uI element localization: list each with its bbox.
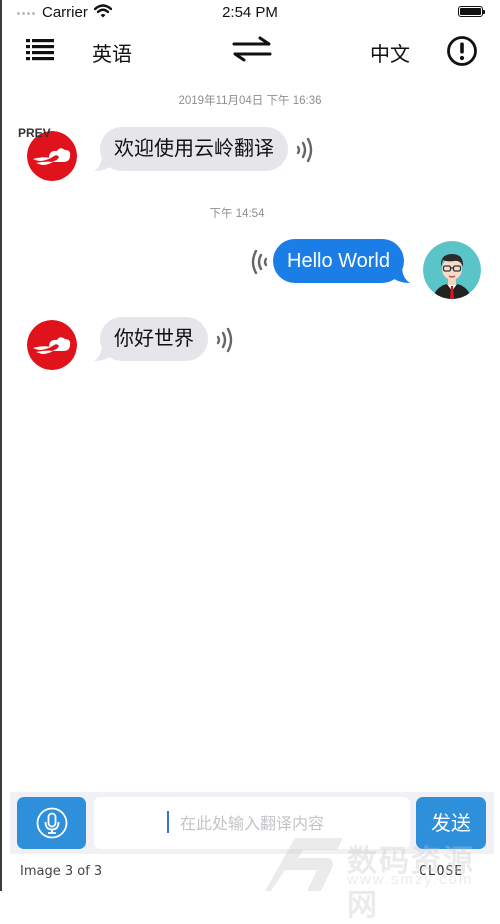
- translation-input[interactable]: [94, 797, 410, 849]
- battery-icon: [458, 6, 485, 17]
- status-time: 2:54 PM: [222, 4, 278, 21]
- status-bar: Carrier 2:54 PM: [0, 0, 500, 26]
- nav-bar: 英语 中文: [0, 26, 500, 74]
- speaker-wave-icon[interactable]: [247, 249, 269, 275]
- list-icon[interactable]: [26, 37, 54, 61]
- text-caret: [167, 811, 169, 833]
- cloud-logo-icon[interactable]: [27, 320, 77, 370]
- prev-image-button[interactable]: PREV: [18, 126, 51, 140]
- speaker-wave-icon[interactable]: [295, 137, 317, 163]
- microphone-icon: [36, 807, 68, 839]
- send-button[interactable]: 发送: [416, 797, 486, 849]
- user-avatar-icon[interactable]: [423, 241, 481, 299]
- input-bar: 发送: [10, 792, 494, 854]
- speaker-wave-icon[interactable]: [215, 327, 237, 353]
- swap-arrows-icon[interactable]: [230, 35, 274, 63]
- close-button[interactable]: CLOSE: [419, 864, 463, 879]
- voice-input-button[interactable]: [17, 797, 86, 849]
- message-bubble-incoming[interactable]: 你好世界: [100, 317, 208, 361]
- message-timestamp: 下午 14:54: [209, 208, 265, 220]
- window-edge: [0, 0, 2, 891]
- message-bubble-incoming[interactable]: 欢迎使用云岭翻译: [100, 127, 288, 171]
- target-language-button[interactable]: 中文: [370, 38, 410, 67]
- message-bubble-outgoing[interactable]: Hello World: [273, 239, 404, 283]
- exclamation-circle-icon[interactable]: [446, 35, 478, 67]
- image-counter: Image 3 of 3: [20, 864, 103, 879]
- message-timestamp: 2019年11月04日 下午 16:36: [178, 95, 322, 107]
- source-language-button[interactable]: 英语: [92, 38, 132, 67]
